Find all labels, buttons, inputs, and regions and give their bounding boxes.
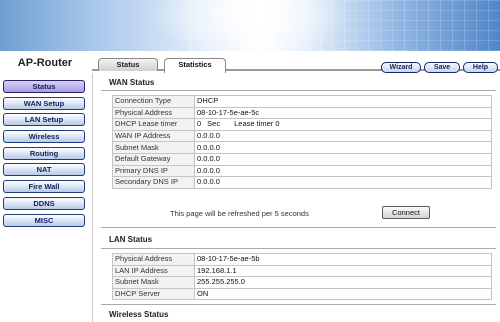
table-row: Connection Type DHCP: [112, 95, 492, 108]
row-label: Subnet Mask: [112, 141, 195, 154]
row-value: 0.0.0.0: [194, 176, 492, 189]
table-row: Subnet Mask 255.255.255.0: [112, 276, 492, 289]
wan-divider: [101, 90, 496, 91]
brand-title: AP-Router: [17, 57, 73, 69]
lease-timer-value: 0: [275, 119, 280, 129]
sidebar-item-nat[interactable]: NAT: [3, 163, 85, 177]
header-banner: [0, 0, 500, 51]
row-label: WAN IP Address: [112, 129, 195, 143]
row-value: 08-10-17-5e-ae-5c: [194, 106, 492, 120]
table-row: Default Gateway 0.0.0.0: [112, 152, 492, 166]
lan-divider: [101, 227, 496, 228]
row-label: Connection Type: [112, 95, 195, 108]
content-panel: WAN Status Connection Type DHCP Physical…: [92, 73, 500, 322]
sidebar-item-firewall[interactable]: Fire Wall: [3, 180, 85, 194]
row-label: Default Gateway: [112, 152, 195, 166]
row-value: 0.0.0.0: [194, 141, 492, 154]
table-row: DHCP Lease timer 0 Sec Lease timer 0: [112, 118, 492, 131]
sidebar-item-status[interactable]: Status: [3, 80, 85, 93]
row-label: DHCP Lease timer: [112, 118, 195, 131]
refresh-row: This page will be refreshed per 5 second…: [112, 204, 492, 222]
lease-unit: Sec: [207, 119, 221, 129]
row-value: 0.0.0.0: [194, 164, 492, 178]
row-value: 0.0.0.0: [194, 129, 492, 143]
row-value: 08-10-17-5e-ae-5b: [194, 253, 492, 266]
wan-status-table: Connection Type DHCP Physical Address 08…: [112, 95, 492, 189]
help-button[interactable]: Help: [463, 62, 498, 73]
row-label: Secondary DNS IP: [112, 176, 195, 189]
row-value: 0.0.0.0: [194, 152, 492, 166]
sidebar-item-lan-setup[interactable]: LAN Setup: [3, 113, 85, 127]
connect-button[interactable]: Connect: [382, 206, 430, 219]
wireless-status-title: Wireless Status: [109, 310, 169, 319]
sidebar-item-wireless[interactable]: Wireless: [3, 130, 85, 144]
lease-timer-label: Lease timer: [234, 119, 274, 129]
refresh-note: This page will be refreshed per 5 second…: [170, 209, 309, 218]
wireless-divider: [101, 304, 496, 305]
row-label: Physical Address: [112, 106, 195, 120]
lan-status-title: LAN Status: [109, 235, 153, 244]
row-value: 192.168.1.1: [194, 264, 492, 278]
table-row: Physical Address 08-10-17-5e-ae-5c: [112, 106, 492, 120]
row-label: Subnet Mask: [112, 276, 195, 289]
table-row: WAN IP Address 0.0.0.0: [112, 129, 492, 143]
banner-stripe: [190, 0, 191, 51]
row-label: Physical Address: [112, 253, 195, 266]
lease-value: 0: [197, 119, 202, 129]
tab-statistics[interactable]: Statistics: [164, 58, 226, 73]
sidebar-item-wan-setup[interactable]: WAN Setup: [3, 96, 85, 110]
wizard-button[interactable]: Wizard: [381, 62, 421, 73]
tab-status[interactable]: Status: [98, 58, 158, 71]
table-row: LAN IP Address 192.168.1.1: [112, 264, 492, 278]
row-label: LAN IP Address: [112, 264, 195, 278]
table-row: Subnet Mask 0.0.0.0: [112, 141, 492, 154]
lan-status-table: Physical Address 08-10-17-5e-ae-5b LAN I…: [112, 253, 492, 301]
banner-stripe: [230, 0, 231, 51]
row-value: 255.255.255.0: [194, 276, 492, 289]
sidebar-nav: Status WAN Setup LAN Setup Wireless Rout…: [3, 80, 85, 230]
wan-status-title: WAN Status: [109, 78, 155, 87]
row-value: 0 Sec Lease timer 0: [194, 118, 492, 131]
table-row: Physical Address 08-10-17-5e-ae-5b: [112, 253, 492, 266]
sidebar-item-ddns[interactable]: DDNS: [3, 196, 85, 210]
save-button[interactable]: Save: [424, 62, 460, 73]
sidebar-item-misc[interactable]: MISC: [3, 213, 85, 227]
row-label: Primary DNS IP: [112, 164, 195, 178]
table-row: Secondary DNS IP 0.0.0.0: [112, 176, 492, 189]
row-value: ON: [194, 287, 492, 301]
table-row: DHCP Server ON: [112, 287, 492, 301]
table-row: Primary DNS IP 0.0.0.0: [112, 164, 492, 178]
lan-title-divider: [101, 248, 496, 249]
row-value: DHCP: [194, 95, 492, 108]
sidebar-item-routing[interactable]: Routing: [3, 146, 85, 160]
banner-grid: [320, 0, 500, 51]
row-label: DHCP Server: [112, 287, 195, 301]
banner-stripe: [272, 0, 273, 51]
